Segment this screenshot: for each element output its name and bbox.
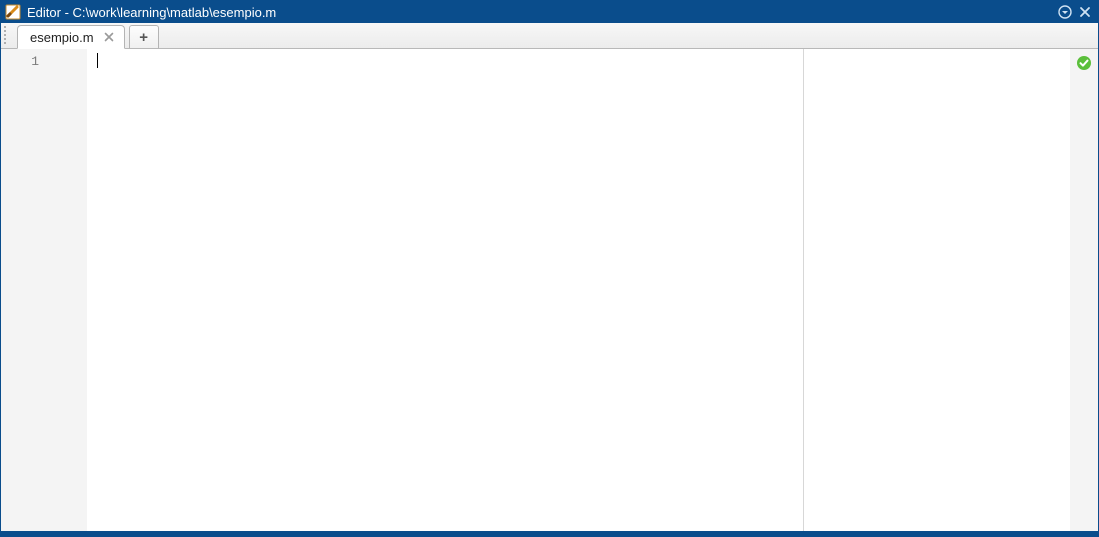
new-tab-button[interactable]: + [129, 25, 159, 49]
window-title: Editor - C:\work\learning\matlab\esempio… [27, 5, 1054, 20]
status-ok-icon[interactable] [1076, 55, 1092, 71]
panel-menu-icon[interactable] [1056, 3, 1074, 21]
title-bar: Editor - C:\work\learning\matlab\esempio… [1, 1, 1098, 23]
plus-icon: + [139, 30, 148, 45]
message-bar [1070, 49, 1098, 531]
editor-area: 1 [1, 49, 1098, 531]
tab-strip: esempio.m + [1, 23, 1098, 49]
line-number: 1 [1, 53, 87, 71]
tab-close-icon[interactable] [102, 30, 116, 44]
editor-window: Editor - C:\work\learning\matlab\esempio… [0, 0, 1099, 537]
file-tab-active[interactable]: esempio.m [17, 25, 125, 49]
line-number-gutter: 1 [1, 49, 87, 531]
window-footer-border [1, 531, 1098, 536]
text-caret [97, 53, 98, 68]
file-tab-label: esempio.m [30, 30, 94, 45]
code-editor[interactable] [87, 49, 1098, 531]
tab-strip-grip[interactable] [3, 26, 7, 44]
editor-app-icon [5, 4, 21, 20]
right-margin-rule [803, 49, 804, 531]
close-icon[interactable] [1076, 3, 1094, 21]
